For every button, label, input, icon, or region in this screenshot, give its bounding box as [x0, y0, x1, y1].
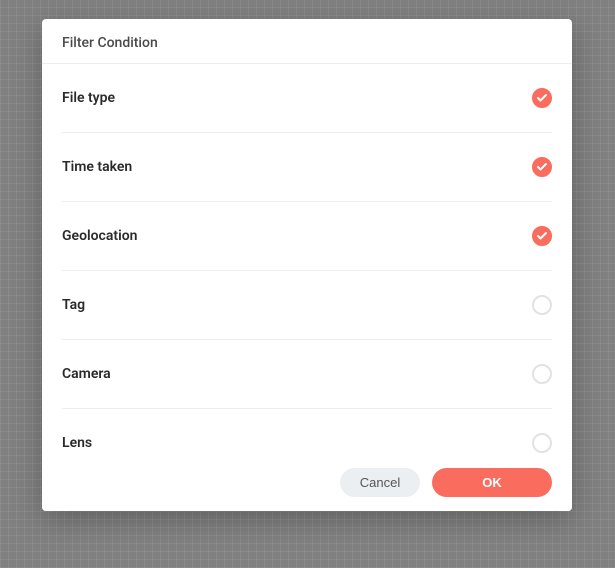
- filter-item[interactable]: Time taken: [62, 133, 552, 202]
- checkmark-icon[interactable]: [532, 88, 552, 108]
- filter-item[interactable]: File type: [62, 64, 552, 133]
- filter-item-label: Time taken: [62, 159, 132, 175]
- checkmark-icon[interactable]: [532, 157, 552, 177]
- dialog-footer: Cancel OK: [42, 456, 572, 511]
- filter-item-label: Camera: [62, 366, 111, 382]
- checkbox-empty-icon[interactable]: [532, 295, 552, 315]
- filter-item[interactable]: Tag: [62, 271, 552, 340]
- filter-item-label: File type: [62, 90, 115, 106]
- cancel-button[interactable]: Cancel: [340, 468, 420, 497]
- checkbox-empty-icon[interactable]: [532, 364, 552, 384]
- filter-item[interactable]: Lens: [62, 409, 552, 456]
- dialog-title: Filter Condition: [62, 35, 552, 51]
- filter-item-label: Lens: [62, 435, 92, 451]
- filter-condition-dialog: Filter Condition File type Time taken Geol…: [42, 19, 572, 511]
- checkbox-empty-icon[interactable]: [532, 433, 552, 453]
- checkmark-icon[interactable]: [532, 226, 552, 246]
- filter-item[interactable]: Camera: [62, 340, 552, 409]
- filter-item-label: Geolocation: [62, 228, 137, 244]
- dialog-body[interactable]: File type Time taken Geolocation Tag Camera L…: [42, 64, 572, 456]
- filter-item[interactable]: Geolocation: [62, 202, 552, 271]
- filter-item-label: Tag: [62, 297, 85, 313]
- ok-button[interactable]: OK: [432, 468, 552, 497]
- dialog-header: Filter Condition: [42, 19, 572, 64]
